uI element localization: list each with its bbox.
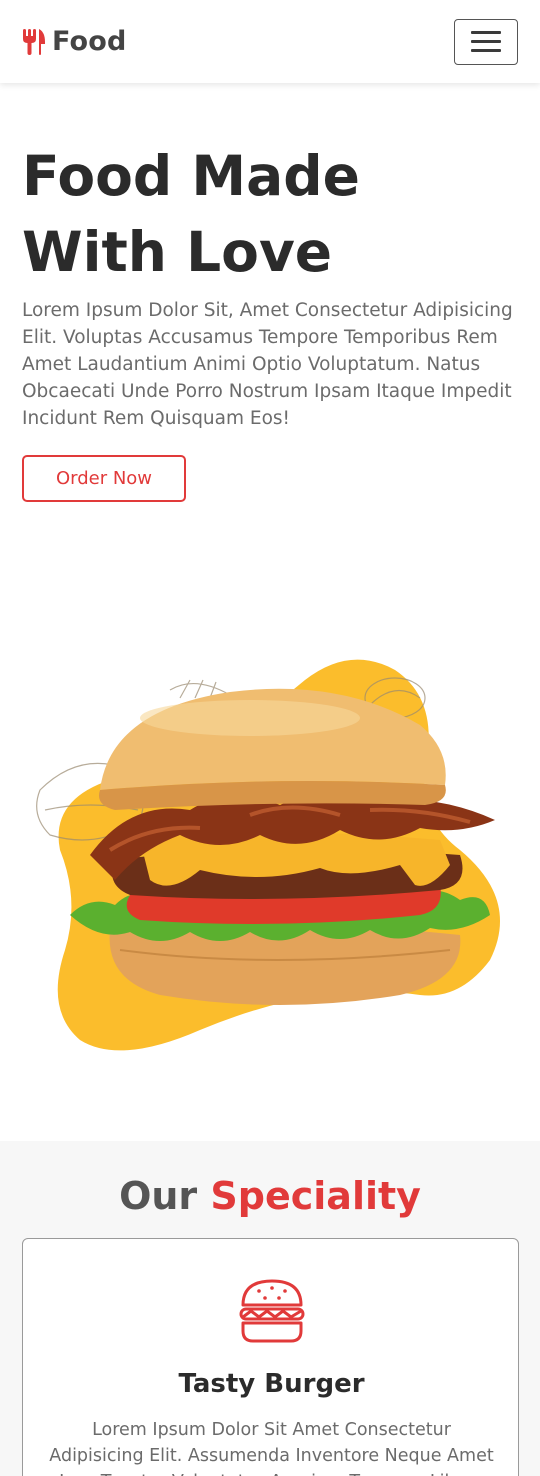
hero-description: Lorem Ipsum Dolor Sit, Amet Consectetur … xyxy=(22,300,513,429)
card-title: Tasty Burger xyxy=(178,1369,365,1399)
burger-image xyxy=(36,659,501,1051)
hamburger-menu-icon xyxy=(471,31,501,34)
speciality-card[interactable]: Tasty Burger Lorem Ipsum Dolor Sit Amet … xyxy=(22,1238,519,1476)
hamburger-menu-button[interactable] xyxy=(454,18,518,65)
order-now-button[interactable]: Order Now xyxy=(22,455,186,502)
card-description: Lorem Ipsum Dolor Sit Amet Consectetur A… xyxy=(49,1420,494,1476)
burger-icon xyxy=(239,1279,305,1343)
hero-title: Food Made With Love xyxy=(22,144,360,284)
brand-name: Food xyxy=(52,26,127,57)
navbar: Food xyxy=(0,0,540,83)
brand-logo[interactable]: Food xyxy=(22,26,127,57)
section-title: Our Speciality xyxy=(119,1174,421,1218)
utensils-icon xyxy=(23,28,45,55)
